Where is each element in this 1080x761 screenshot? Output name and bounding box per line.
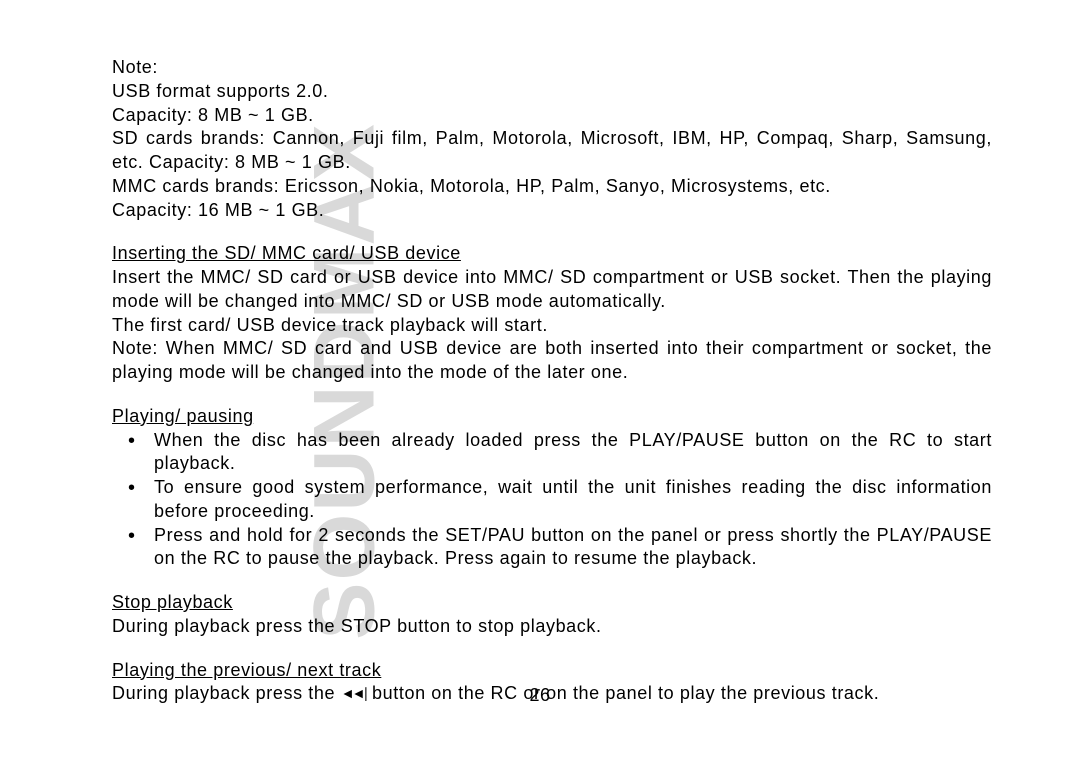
section-heading-inserting: Inserting the SD/ MMC card/ USB device [112, 242, 992, 266]
body-text: The first card/ USB device track playbac… [112, 314, 992, 338]
list-item: To ensure good system performance, wait … [112, 476, 992, 524]
bullet-list: When the disc has been already loaded pr… [112, 429, 992, 572]
note-line: Capacity: 16 MB ~ 1 GB. [112, 199, 992, 223]
body-text: During playback press the STOP button to… [112, 615, 992, 639]
note-line: SD cards brands: Cannon, Fuji film, Palm… [112, 127, 992, 175]
note-heading: Note: [112, 56, 992, 80]
note-line: MMC cards brands: Ericsson, Nokia, Motor… [112, 175, 992, 199]
list-item: Press and hold for 2 seconds the SET/PAU… [112, 524, 992, 572]
list-item: When the disc has been already loaded pr… [112, 429, 992, 477]
section-heading-prevnext: Playing the previous/ next track [112, 659, 992, 683]
note-line: Capacity: 8 MB ~ 1 GB. [112, 104, 992, 128]
body-text: Insert the MMC/ SD card or USB device in… [112, 266, 992, 314]
page-container: SOUNDMAX Note: USB format supports 2.0. … [0, 0, 1080, 761]
page-number: 26 [0, 685, 1080, 706]
document-body: Note: USB format supports 2.0. Capacity:… [112, 56, 992, 706]
section-heading-playing: Playing/ pausing [112, 405, 992, 429]
body-text: Note: When MMC/ SD card and USB device a… [112, 337, 992, 385]
note-line: USB format supports 2.0. [112, 80, 992, 104]
section-heading-stop: Stop playback [112, 591, 992, 615]
